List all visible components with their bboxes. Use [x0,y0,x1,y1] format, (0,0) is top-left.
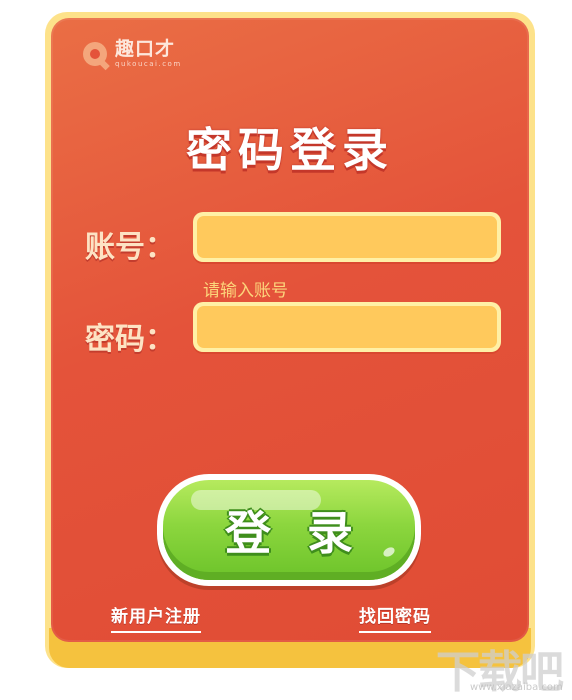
login-card: 趣口才 qukoucai.com 密码登录 账号： 请输入账号 密码： 登录 新… [51,18,529,642]
register-link[interactable]: 新用户注册 [111,602,201,633]
account-hint: 请输入账号 [203,281,288,301]
brand-name: 趣口才 [115,38,176,60]
brand-logo: 趣口才 qukoucai.com [83,38,182,78]
login-button-face: 登录 [163,480,415,580]
login-button-label: 登录 [225,506,389,560]
password-label: 密码： [85,322,175,357]
password-input[interactable] [197,306,497,348]
recover-password-link[interactable]: 找回密码 [359,602,431,633]
watermark-url: www.xiazaiba.com [470,682,563,693]
account-label: 账号： [85,230,175,265]
brand-url: qukoucai.com [115,60,182,68]
page-title: 密码登录 [186,123,394,177]
speech-bubble-icon [83,42,107,66]
login-card-frame: 趣口才 qukoucai.com 密码登录 账号： 请输入账号 密码： 登录 新… [45,12,535,668]
account-input[interactable] [197,216,497,258]
password-field-frame [193,302,501,352]
account-field-frame [193,212,501,262]
login-button[interactable]: 登录 [157,474,421,586]
